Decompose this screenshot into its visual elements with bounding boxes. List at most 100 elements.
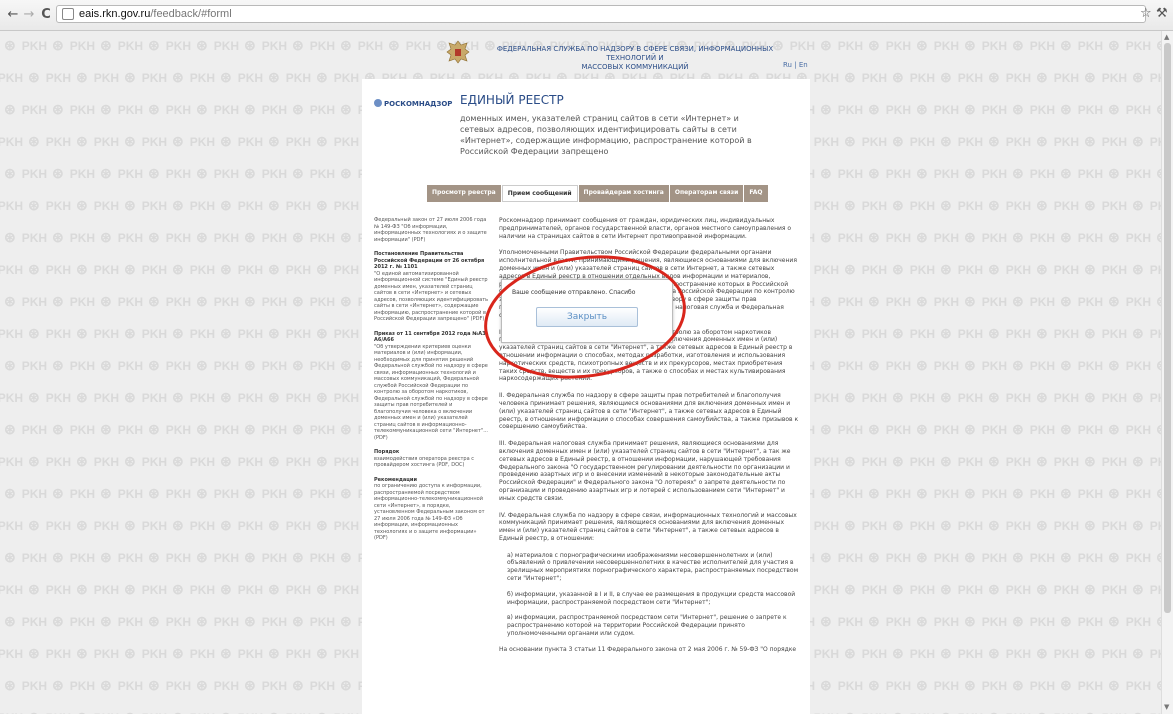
sidebar-procedure[interactable]: Порядок взаимодействия оператора реестра… — [374, 449, 490, 469]
watermark-tile: PKH — [1108, 485, 1151, 502]
watermark-tile: PKH — [268, 645, 311, 662]
watermark-tile: PKH — [868, 549, 911, 566]
watermark-tile: PKH — [28, 197, 71, 214]
content-column: РОСКОМНАДЗОР ЕДИНЫЙ РЕЕСТР доменных имен… — [362, 79, 810, 714]
scroll-up-icon[interactable]: ▲ — [1164, 33, 1169, 41]
watermark-tile: PKH — [1060, 293, 1103, 310]
bookmark-star-icon[interactable]: ☆ — [1140, 6, 1152, 21]
forward-icon[interactable]: → — [20, 6, 38, 24]
reload-icon[interactable]: C — [37, 6, 55, 24]
watermark-tile: PKH — [244, 677, 287, 694]
watermark-tile: PKH — [1084, 133, 1127, 150]
watermark-tile: PKH — [1012, 293, 1055, 310]
watermark-tile: PKH — [1108, 229, 1151, 246]
address-bar[interactable]: eais.rkn.gov.ru/feedback/#forml — [56, 5, 1146, 23]
watermark-tile: PKH — [892, 389, 935, 406]
watermark-tile: PKH — [988, 261, 1031, 278]
tab-bar: Просмотр реестра Прием сообщений Провайд… — [427, 185, 768, 202]
scroll-down-icon[interactable]: ▼ — [1164, 703, 1169, 711]
watermark-tile: PKH — [292, 37, 335, 54]
watermark-tile: PKH — [1108, 37, 1151, 54]
watermark-tile: PKH — [0, 133, 23, 150]
page-title: ЕДИНЫЙ РЕЕСТР — [460, 93, 564, 107]
watermark-tile: PKH — [964, 293, 1007, 310]
watermark-tile: PKH — [172, 517, 215, 534]
watermark-tile: PKH — [292, 101, 335, 118]
watermark-tile: PKH — [28, 453, 71, 470]
tab-faq[interactable]: FAQ — [744, 185, 768, 202]
watermark-tile: PKH — [892, 133, 935, 150]
watermark-tile: PKH — [1132, 261, 1161, 278]
watermark-tile: PKH — [316, 709, 359, 714]
close-button[interactable]: Закрыть — [536, 307, 638, 327]
watermark-tile: PKH — [316, 517, 359, 534]
watermark-tile: PKH — [1132, 645, 1161, 662]
watermark-tile: PKH — [820, 229, 863, 246]
sidebar-recommendations[interactable]: Рекомендации по ограничению доступа к ин… — [374, 477, 490, 542]
watermark-tile: PKH — [148, 37, 191, 54]
watermark-tile: PKH — [1108, 613, 1151, 630]
watermark-tile: PKH — [268, 197, 311, 214]
watermark-tile: PKH — [28, 709, 71, 714]
sidebar-resolution[interactable]: Постановление Правительства Российской Ф… — [374, 251, 490, 323]
watermark-tile: PKH — [1036, 69, 1079, 86]
sidebar-order[interactable]: Приказ от 11 сентября 2012 года №А3/А6/А… — [374, 331, 490, 442]
watermark-tile: PKH — [316, 325, 359, 342]
list-item-b: б) информации, указанной в I и II, в слу… — [507, 590, 796, 606]
watermark-tile: PKH — [940, 517, 983, 534]
watermark-tile: PKH — [988, 645, 1031, 662]
scrollbar-thumb[interactable] — [1164, 43, 1171, 613]
wrench-icon[interactable]: ⚒ — [1156, 6, 1168, 21]
watermark-tile: PKH — [52, 485, 95, 502]
watermark-tile: PKH — [0, 709, 23, 714]
watermark-tile: PKH — [244, 165, 287, 182]
rkn-logo[interactable]: РОСКОМНАДЗОР — [374, 99, 452, 108]
watermark-tile: PKH — [100, 677, 143, 694]
sidebar-recommendations-text: по ограничению доступа к информации, рас… — [374, 483, 485, 541]
watermark-tile: PKH — [196, 421, 239, 438]
watermark-tile: PKH — [148, 101, 191, 118]
tab-submit-report[interactable]: Прием сообщений — [501, 185, 578, 202]
page-icon — [62, 8, 74, 20]
watermark-tile: PKH — [316, 581, 359, 598]
watermark-tile: PKH — [1036, 645, 1079, 662]
watermark-tile: PKH — [892, 645, 935, 662]
watermark-tile: PKH — [172, 197, 215, 214]
watermark-tile: PKH — [0, 261, 23, 278]
watermark-tile: PKH — [52, 101, 95, 118]
watermark-tile: PKH — [940, 581, 983, 598]
lang-ru-link[interactable]: Ru — [783, 61, 792, 69]
watermark-tile: PKH — [1036, 133, 1079, 150]
watermark-tile: PKH — [172, 581, 215, 598]
watermark-tile: PKH — [148, 357, 191, 374]
watermark-tile: PKH — [268, 133, 311, 150]
watermark-tile: PKH — [0, 325, 23, 342]
watermark-tile: PKH — [988, 133, 1031, 150]
rkn-logo-text: РОСКОМНАДЗОР — [384, 100, 453, 108]
page-scrollbar[interactable]: ▲ ▼ — [1161, 31, 1173, 714]
section-4-paragraph: IV. Федеральная служба по надзору в сфер… — [499, 511, 797, 542]
lang-en-link[interactable]: En — [799, 61, 808, 69]
watermark-tile: PKH — [220, 197, 263, 214]
watermark-tile: PKH — [100, 357, 143, 374]
tab-view-registry[interactable]: Просмотр реестра — [427, 185, 501, 202]
watermark-tile: PKH — [220, 709, 263, 714]
sidebar-law-link[interactable]: Федеральный закон от 27 июля 2006 года №… — [374, 217, 490, 243]
rkn-logo-icon — [374, 99, 382, 107]
watermark-tile: PKH — [1084, 389, 1127, 406]
watermark-tile: PKH — [268, 325, 311, 342]
agency-line1: ФЕДЕРАЛЬНАЯ СЛУЖБА ПО НАДЗОРУ В СФЕРЕ СВ… — [496, 45, 774, 62]
watermark-tile: PKH — [916, 229, 959, 246]
watermark-tile: PKH — [1036, 517, 1079, 534]
watermark-tile: PKH — [1108, 421, 1151, 438]
watermark-tile: PKH — [196, 485, 239, 502]
watermark-tile: PKH — [844, 581, 887, 598]
watermark-tile: PKH — [244, 357, 287, 374]
tab-hosting-providers[interactable]: Провайдерам хостинга — [578, 185, 669, 202]
tab-telecom-operators[interactable]: Операторам связи — [669, 185, 744, 202]
watermark-tile: PKH — [1060, 485, 1103, 502]
list-item-a: а) материалов с порнографическими изобра… — [507, 551, 799, 583]
watermark-tile: PKH — [1132, 389, 1161, 406]
section-2-paragraph: II. Федеральная служба по надзору в сфер… — [499, 392, 799, 431]
watermark-tile: PKH — [220, 453, 263, 470]
